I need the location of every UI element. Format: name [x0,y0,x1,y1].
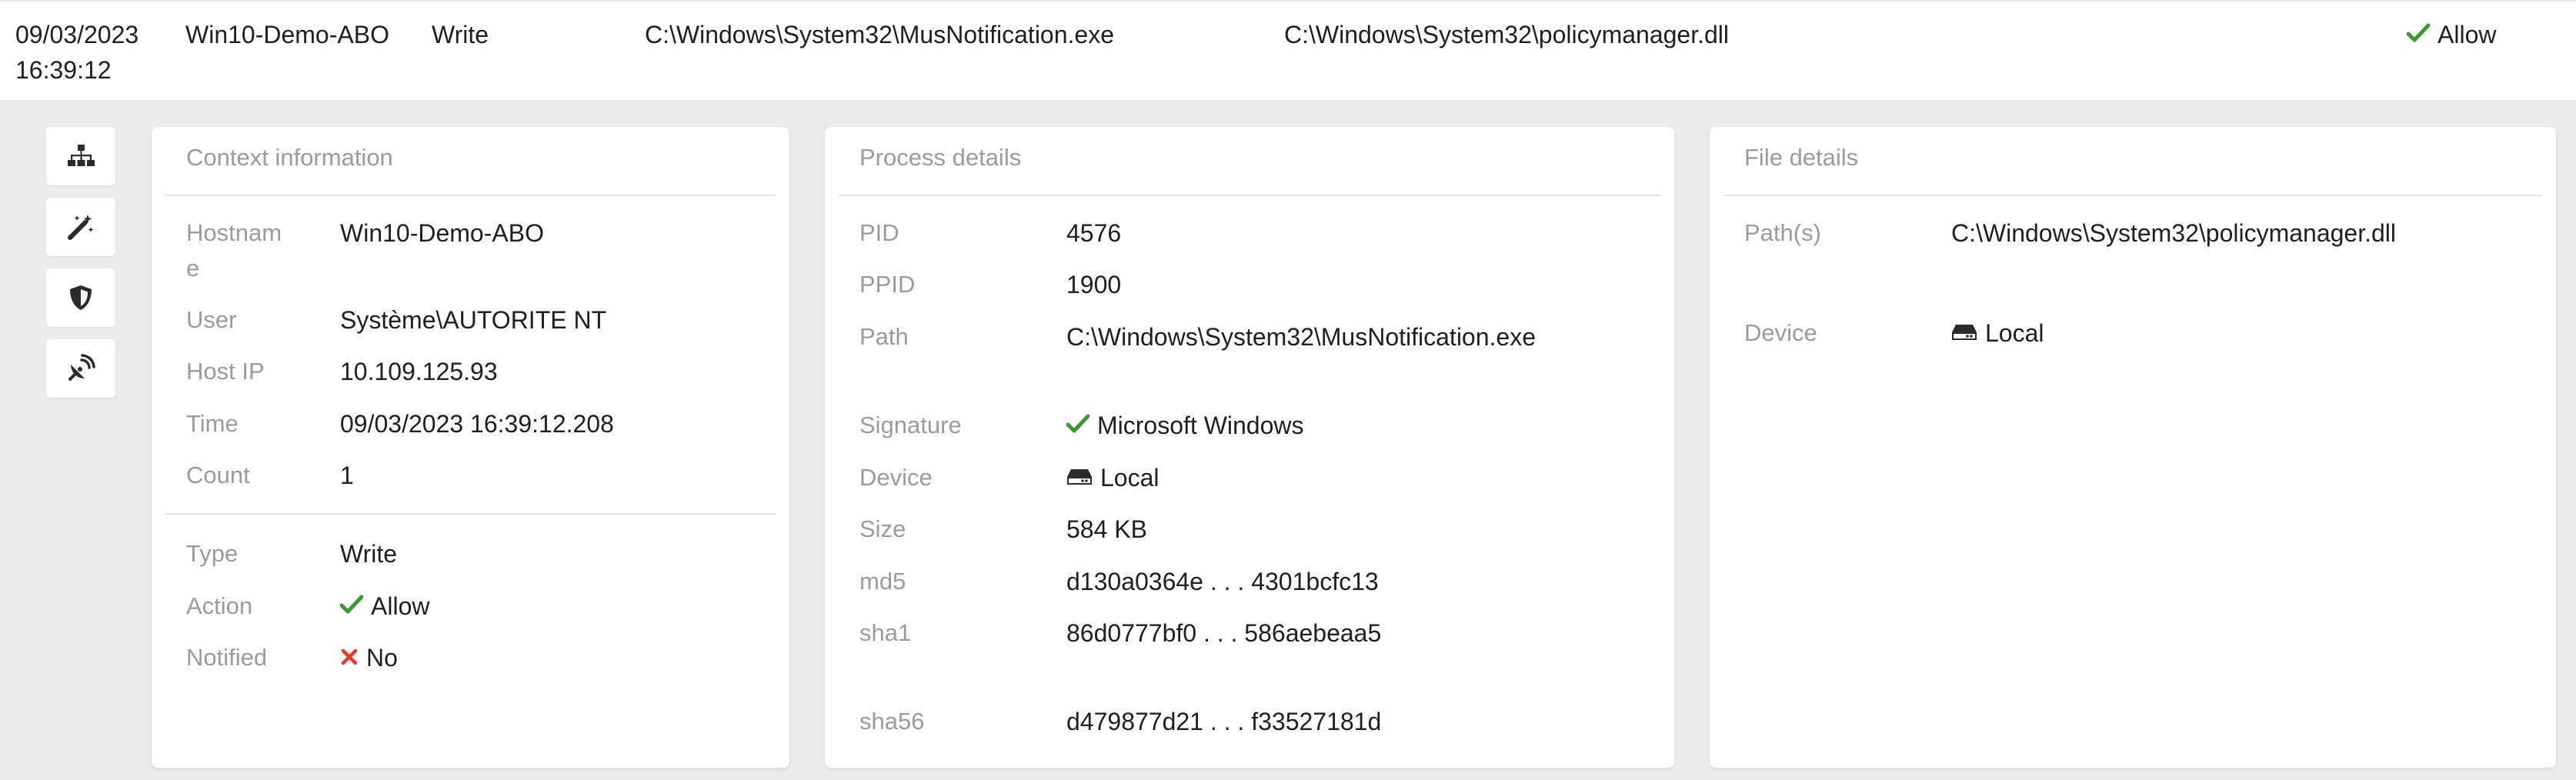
process-panel-title: Process details [859,144,1022,171]
file-panel-title: File details [1744,144,1859,171]
paths-value: C:\Windows\System32\policymanager.dll [1951,219,2397,247]
ppid-label: PPID [859,271,916,298]
time-label: Time [186,410,239,437]
security-policy-button[interactable] [46,268,115,327]
satellite-dish-icon [68,354,95,381]
notified-value: No [340,640,398,675]
cross-icon [340,640,359,675]
file-device-label: Device [1744,319,1817,346]
context-information-panel: Context information Hostnam e Win10-Demo… [152,127,789,768]
sha56-value[interactable]: d479877d21 . . . f33527181d [1066,704,1381,739]
md5-value[interactable]: d130a0364e . . . 4301bcfc13 [1066,564,1379,599]
check-icon [2406,17,2431,52]
path-label: Path [859,323,909,350]
device-label: Device [859,464,933,491]
process-title-divider [839,195,1660,196]
shield-icon [70,285,92,310]
size-label: Size [859,515,906,542]
sha56-label: sha56 [859,708,925,735]
sha1-label: sha1 [859,619,912,646]
device-value: Local [1066,460,1160,495]
hierarchy-icon [68,145,95,166]
file-device-value: Local [1951,315,2044,351]
path-value: C:\Windows\System32\MusNotification.exe [1066,323,1536,351]
file-title-divider [1723,195,2542,196]
md5-label: md5 [859,568,906,595]
notified-value-text: No [366,644,398,672]
type-value: Write [340,540,398,568]
count-label: Count [186,462,250,488]
notified-label: Notified [186,644,268,671]
remediate-button[interactable] [46,198,115,256]
file-device-value-text: Local [1985,319,2044,347]
event-file-path: C:\Windows\System32\policymanager.dll [1284,21,1730,48]
event-action-label: Allow [2438,21,2497,48]
event-hostname: Win10-Demo-ABO [185,21,389,48]
file-details-panel: File details Path(s) C:\Windows\System32… [1710,127,2556,768]
ppid-value: 1900 [1066,271,1122,298]
event-action: Allow [2406,17,2497,52]
time-value: 09/03/2023 16:39:12.208 [340,410,614,438]
check-icon [339,588,364,624]
hostname-value: Win10-Demo-ABO [340,219,544,247]
action-value-text: Allow [371,592,430,620]
signature-value: Microsoft Windows [1066,408,1304,443]
event-process-path: C:\Windows\System32\MusNotification.exe [645,21,1114,48]
count-value: 1 [340,462,354,489]
pid-value: 4576 [1066,219,1122,247]
process-details-panel: Process details PID 4576 PPID 1900 Path … [825,127,1674,768]
action-label: Action [186,592,253,619]
user-label: User [186,306,237,333]
host-ip-value: 10.109.125.93 [340,358,498,385]
telemetry-button[interactable] [46,339,115,398]
size-value: 584 KB [1066,515,1147,543]
signature-label: Signature [859,412,962,438]
event-type: Write [432,21,489,48]
type-label: Type [186,540,239,567]
user-value: Système\AUTORITE NT [340,306,607,334]
hard-drive-icon [1066,460,1093,495]
process-tree-button[interactable] [46,127,115,185]
context-title-divider [165,195,776,196]
pid-label: PID [859,219,899,246]
action-value: Allow [339,588,430,624]
device-value-text: Local [1100,464,1160,492]
context-panel-title: Context information [186,144,393,171]
paths-label: Path(s) [1744,219,1821,246]
check-icon [1066,408,1090,443]
event-timestamp: 09/03/2023 16:39:12 [15,21,139,84]
sha1-value[interactable]: 86d0777bf0 . . . 586aebeaa5 [1066,615,1381,651]
event-row[interactable]: 09/03/2023 16:39:12 Win10-Demo-ABO Write… [0,0,2576,100]
hard-drive-icon [1951,315,1977,351]
hostname-label: Hostnam e [186,219,282,282]
magic-wand-icon [68,215,94,240]
host-ip-label: Host IP [186,358,265,385]
context-section-divider [165,513,776,515]
signature-value-text: Microsoft Windows [1097,412,1304,439]
